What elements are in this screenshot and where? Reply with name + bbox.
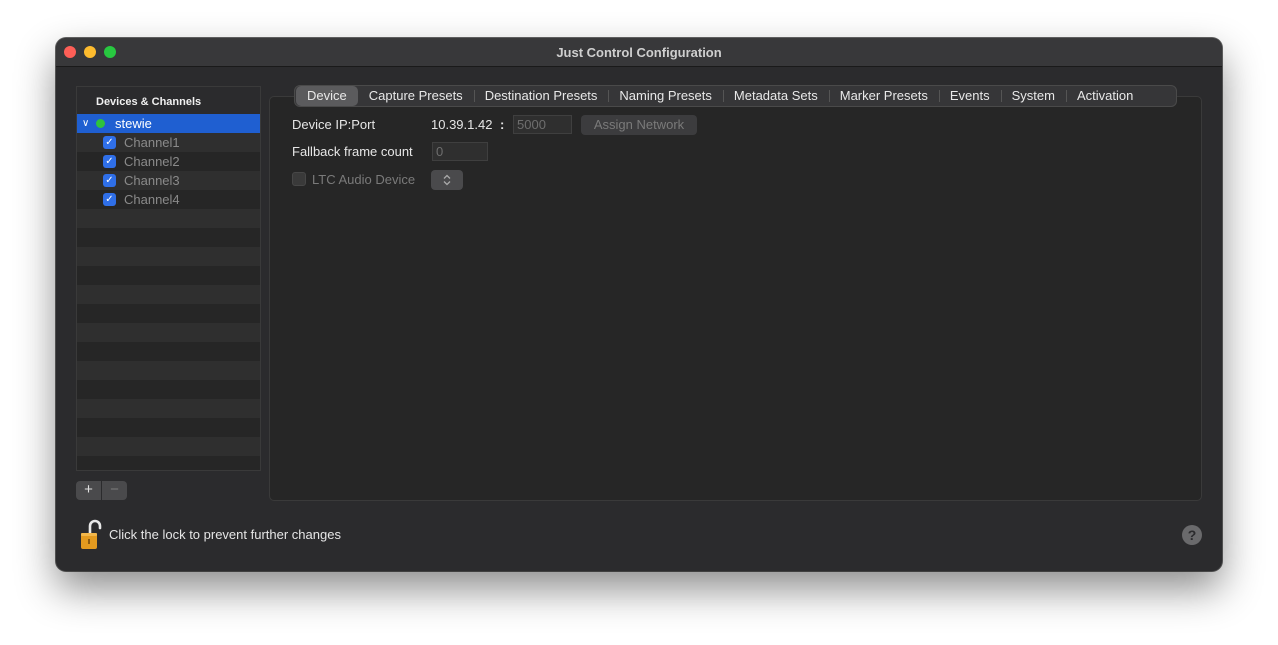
help-button[interactable]: ? (1182, 525, 1202, 545)
tab-metadata-sets[interactable]: Metadata Sets (722, 86, 829, 106)
config-window: Just Control Configuration Devices & Cha… (56, 38, 1222, 571)
ltc-device-popup[interactable] (431, 170, 463, 190)
remove-device-button[interactable]: − (102, 481, 127, 500)
sidebar-header: Devices & Channels (77, 87, 260, 114)
tab-destination-presets[interactable]: Destination Presets (473, 86, 609, 106)
devices-sidebar: Devices & Channels ∨ stewie ✓ Channel1 ✓… (76, 86, 261, 471)
tab-marker-presets[interactable]: Marker Presets (828, 86, 939, 106)
tab-activation[interactable]: Activation (1065, 86, 1144, 106)
add-remove-control: + − (76, 481, 127, 500)
assign-network-button[interactable]: Assign Network (581, 115, 697, 135)
channel-row-2[interactable]: ✓ Channel2 (77, 152, 260, 171)
title-bar: Just Control Configuration (56, 38, 1222, 67)
lock-status-text: Click the lock to prevent further change… (109, 527, 341, 542)
chevron-down-icon[interactable]: ∨ (82, 118, 90, 129)
ip-port-separator: : (500, 117, 505, 132)
fallback-frame-count-label: Fallback frame count (292, 144, 413, 159)
port-field[interactable]: 5000 (513, 115, 572, 134)
channel-row-3[interactable]: ✓ Channel3 (77, 171, 260, 190)
channel1-checkbox[interactable]: ✓ (103, 136, 116, 149)
tab-events[interactable]: Events (938, 86, 1001, 106)
tab-device[interactable]: Device (296, 86, 358, 106)
tab-naming-presets[interactable]: Naming Presets (608, 86, 722, 106)
ltc-audio-checkbox[interactable] (292, 172, 306, 186)
empty-rows (77, 209, 260, 470)
channel-label: Channel1 (124, 135, 180, 150)
device-name: stewie (115, 116, 152, 131)
up-down-chevron-icon (443, 174, 451, 186)
channel-label: Channel3 (124, 173, 180, 188)
tab-capture-presets[interactable]: Capture Presets (358, 86, 474, 106)
channel-row-1[interactable]: ✓ Channel1 (77, 133, 260, 152)
fallback-frame-count-field[interactable]: 0 (432, 142, 488, 161)
device-ip-value: 10.39.1.42 (431, 117, 493, 132)
channel-label: Channel2 (124, 154, 180, 169)
ltc-audio-device-label: LTC Audio Device (312, 172, 416, 187)
tab-system[interactable]: System (1000, 86, 1066, 106)
channel-row-4[interactable]: ✓ Channel4 (77, 190, 260, 209)
channel-label: Channel4 (124, 192, 180, 207)
unlocked-lock-icon[interactable] (80, 519, 102, 551)
device-ip-label: Device IP:Port (292, 117, 376, 132)
channel4-checkbox[interactable]: ✓ (103, 193, 116, 206)
status-dot-icon (96, 119, 105, 128)
window-title: Just Control Configuration (556, 45, 722, 60)
channel2-checkbox[interactable]: ✓ (103, 155, 116, 168)
tab-bar: Device Capture Presets Destination Prese… (294, 85, 1177, 107)
add-device-button[interactable]: + (76, 481, 102, 500)
device-row-stewie[interactable]: ∨ stewie (77, 114, 260, 133)
channel3-checkbox[interactable]: ✓ (103, 174, 116, 187)
